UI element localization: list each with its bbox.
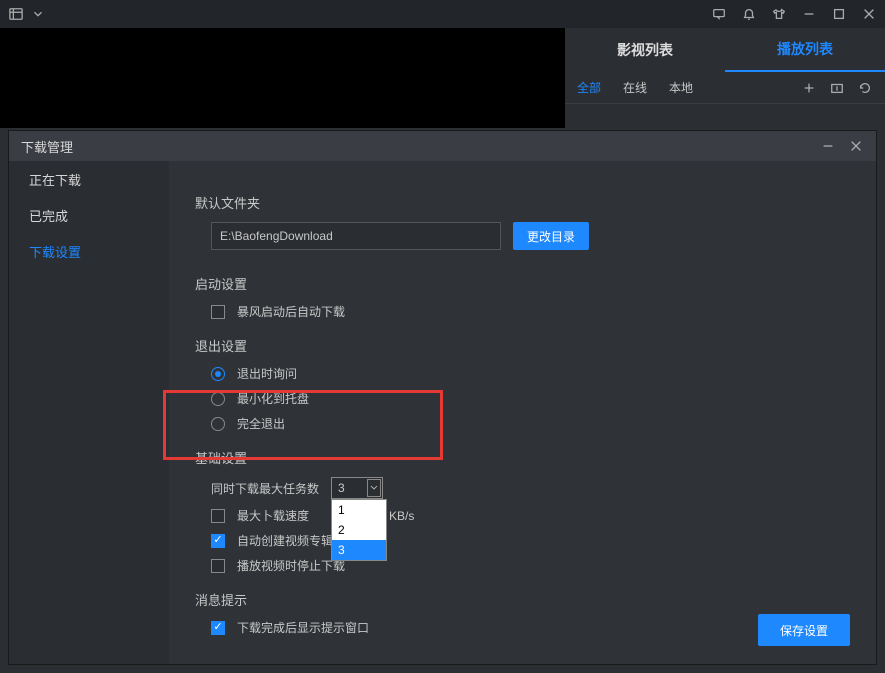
section-msg-title: 消息提示: [195, 590, 850, 609]
chat-icon[interactable]: [711, 6, 727, 22]
auto-download-checkbox[interactable]: [211, 305, 225, 319]
logo-icon[interactable]: [8, 6, 24, 22]
pause-on-play-label: 播放视频时停止下载: [237, 557, 345, 574]
chevron-down-icon: [367, 479, 381, 497]
modal-titlebar: 下载管理: [9, 131, 876, 161]
tab-media-list[interactable]: 影视列表: [565, 28, 725, 72]
auto-create-label: 自动创建视频专辑文: [237, 532, 345, 549]
dropdown-item-3[interactable]: 3: [332, 540, 386, 560]
dropdown-item-2[interactable]: 2: [332, 520, 386, 540]
minimize-icon[interactable]: [801, 6, 817, 22]
exit-ask-radio[interactable]: [211, 367, 225, 381]
show-tip-label: 下载完成后显示提示窗口: [237, 619, 369, 636]
speed-unit: KB/s: [389, 509, 414, 523]
max-speed-checkbox[interactable]: [211, 509, 225, 523]
modal-sidebar: 正在下载 已完成 下载设置: [9, 161, 169, 664]
save-settings-button[interactable]: 保存设置: [758, 614, 850, 646]
section-basic-title: 基础设置: [195, 448, 850, 467]
modal-close-icon[interactable]: [848, 138, 864, 154]
bell-icon[interactable]: [741, 6, 757, 22]
tab-play-list[interactable]: 播放列表: [725, 28, 885, 72]
modal-minimize-icon[interactable]: [820, 138, 836, 154]
sidebar-item-downloading[interactable]: 正在下载: [9, 161, 169, 197]
subtab-local[interactable]: 本地: [669, 79, 693, 96]
exit-tray-radio[interactable]: [211, 392, 225, 406]
subtab-online[interactable]: 在线: [623, 79, 647, 96]
folder-path-input[interactable]: [211, 222, 501, 250]
dropdown-value: 3: [338, 481, 345, 495]
section-exit-title: 退出设置: [195, 336, 850, 355]
dropdown-item-1[interactable]: 1: [332, 500, 386, 520]
dropdown-icon[interactable]: [30, 6, 46, 22]
download-manager-modal: 下载管理 正在下载 已完成 下载设置 默认文件夹 更改目录 启动设置 暴风启动后…: [8, 130, 877, 665]
exit-full-label: 完全退出: [237, 415, 285, 432]
dropdown-button[interactable]: 3: [331, 477, 383, 499]
auto-download-label: 暴风启动后自动下载: [237, 303, 345, 320]
section-folder-title: 默认文件夹: [195, 193, 850, 212]
exit-full-radio[interactable]: [211, 417, 225, 431]
modal-content: 默认文件夹 更改目录 启动设置 暴风启动后自动下载 退出设置 退出时询问 最小化…: [169, 161, 876, 664]
section-startup-title: 启动设置: [195, 274, 850, 293]
max-task-dropdown[interactable]: 3 1 2 3: [331, 477, 383, 499]
exit-ask-label: 退出时询问: [237, 365, 297, 382]
pause-on-play-checkbox[interactable]: [211, 559, 225, 573]
sidebar-subtabs: 全部 在线 本地: [565, 72, 885, 104]
show-tip-checkbox[interactable]: [211, 621, 225, 635]
max-speed-label: 最大卜载速度: [237, 507, 309, 524]
shirt-icon[interactable]: [771, 6, 787, 22]
auto-create-checkbox[interactable]: [211, 534, 225, 548]
sidebar-item-completed[interactable]: 已完成: [9, 197, 169, 233]
sidebar-tabs: 影视列表 播放列表: [565, 28, 885, 72]
exit-tray-label: 最小化到托盘: [237, 390, 309, 407]
sidebar-item-settings[interactable]: 下载设置: [9, 233, 169, 269]
subtab-all[interactable]: 全部: [577, 79, 601, 96]
main-titlebar: [0, 0, 885, 28]
maximize-icon[interactable]: [831, 6, 847, 22]
close-icon[interactable]: [861, 6, 877, 22]
modal-title: 下载管理: [21, 137, 73, 156]
change-folder-button[interactable]: 更改目录: [513, 222, 589, 250]
dropdown-list: 1 2 3: [331, 499, 387, 561]
folder-add-icon[interactable]: [829, 80, 845, 96]
refresh-icon[interactable]: [857, 80, 873, 96]
max-task-label: 同时下载最大任务数: [211, 480, 319, 497]
add-icon[interactable]: [801, 80, 817, 96]
